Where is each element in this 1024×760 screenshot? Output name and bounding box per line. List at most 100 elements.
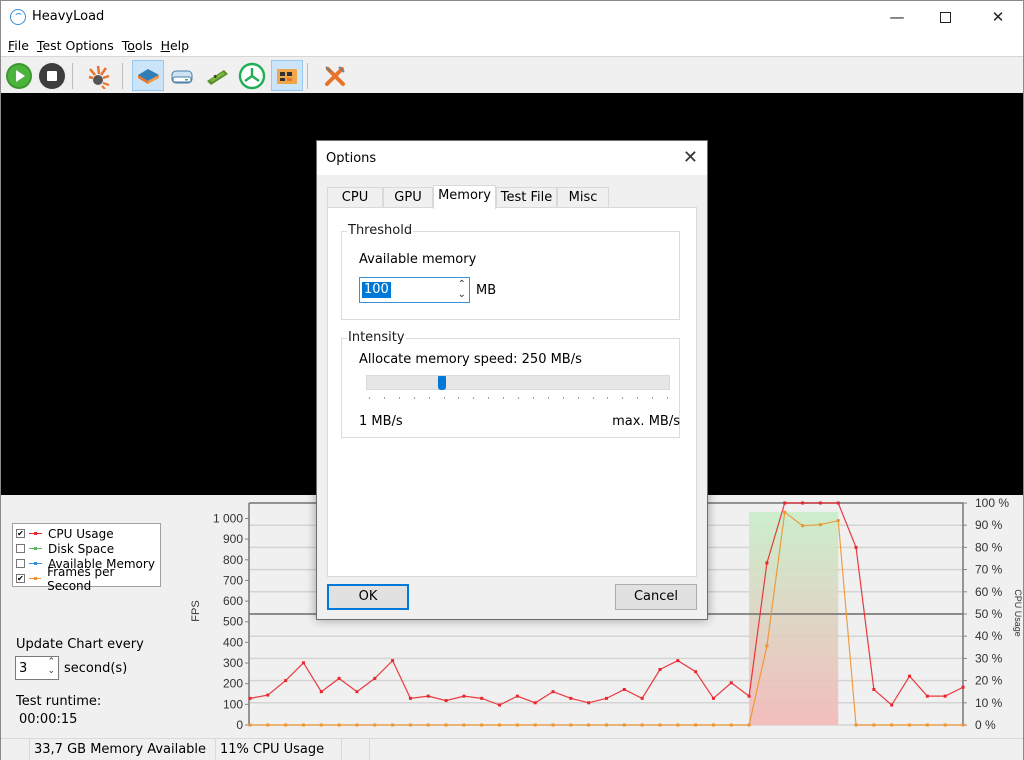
intensity-group-title: Intensity [347,330,406,345]
spinner-arrows-icon[interactable]: ⌃ ⌄ [47,658,55,676]
tools-icon [325,65,345,86]
data-point [943,723,947,727]
slider-tick [398,397,400,399]
legend-label: Disk Space [48,541,115,556]
data-point [890,703,894,707]
spinner-arrows-icon[interactable]: ⌃ ⌄ [458,280,466,300]
app-logo-icon [10,9,26,25]
explosion-icon [88,65,110,89]
right-axis-tick-label: 80 % [975,540,1003,554]
maximize-button[interactable] [922,1,968,33]
data-point [515,723,519,727]
slider-tick [503,397,505,399]
play-icon [6,62,32,89]
slider-tick [652,397,654,399]
data-point [337,723,341,727]
data-point [783,510,787,514]
legend-item[interactable]: ✔ CPU Usage [16,526,157,541]
update-interval-label: Update Chart every [16,637,144,652]
data-point [818,523,822,527]
data-point [908,674,912,678]
left-axis-tick-label: 0 [236,718,243,732]
status-bar: 33,7 GB Memory Available 11% CPU Usage [1,738,1023,760]
menu-test-options[interactable]: Test Options [34,38,117,53]
legend-checkbox[interactable]: ✔ [16,574,25,583]
right-axis-tick-label: 60 % [975,585,1003,599]
menu-tools[interactable]: Tools [119,38,156,53]
data-point [729,681,733,685]
slider-tick [577,397,579,399]
toolbar-separator [72,63,73,89]
slider-tick [547,397,549,399]
legend-checkbox[interactable]: ✔ [16,529,25,538]
available-memory-value[interactable]: 100 [362,282,391,298]
title-bar: HeavyLoad — ✕ [1,1,1023,35]
data-point [711,723,715,727]
toolbar [1,56,1023,93]
data-point [266,723,270,727]
data-point [711,696,715,700]
slider-max-label: max. MB/s [612,414,680,429]
data-point [747,694,751,698]
menu-help[interactable]: Help [158,38,193,53]
minimize-button[interactable]: — [874,1,920,33]
close-button[interactable]: ✕ [975,1,1021,33]
data-point [943,694,947,698]
tab-cpu[interactable]: CPU [327,187,383,208]
gpu-test-button[interactable] [271,60,303,91]
threshold-group-title: Threshold [347,223,414,238]
options-button[interactable] [319,60,351,91]
legend-label: CPU Usage [48,526,114,541]
slider-tick [428,397,430,399]
legend-item[interactable]: ✔ Frames per Second [16,565,157,593]
menu-file[interactable]: File [5,38,32,53]
legend-checkbox[interactable] [16,559,25,568]
data-point [676,659,680,663]
dialog-close-button[interactable]: ✕ [683,147,698,168]
slider-tick [383,397,385,399]
right-axis-tick-label: 90 % [975,518,1003,532]
update-interval-spinner[interactable]: 3 ⌃ ⌄ [15,656,59,680]
allocate-speed-label: Allocate memory speed: 250 MB/s [359,352,582,367]
available-memory-input[interactable]: 100 ⌃ ⌄ [359,277,470,303]
data-point [569,696,573,700]
data-point [854,545,858,549]
tab-gpu[interactable]: GPU [383,187,433,208]
tab-memory[interactable]: Memory [433,185,496,209]
data-point [515,694,519,698]
data-point [480,723,484,727]
cancel-button[interactable]: Cancel [615,584,697,610]
data-point [355,723,359,727]
memory-unit-label: MB [476,283,497,298]
treesize-button[interactable] [236,60,268,91]
right-axis-tick-label: 100 % [975,496,1009,510]
ok-button[interactable]: OK [327,584,409,610]
legend-item[interactable]: Disk Space [16,541,157,556]
start-button[interactable] [3,60,35,91]
slider-tick [458,397,460,399]
data-point [961,685,965,689]
right-axis-tick-label: 0 % [975,718,996,732]
stress-period-highlight [749,511,839,725]
update-interval-unit: second(s) [64,661,128,676]
allocate-speed-slider[interactable] [366,375,670,390]
data-point [694,723,698,727]
data-point [694,670,698,674]
data-point [444,699,448,703]
disk-test-button[interactable] [166,60,198,91]
slider-tick [562,397,564,399]
stress-all-button[interactable] [83,60,115,91]
available-memory-label: Available memory [359,252,477,267]
stop-button[interactable] [36,60,68,91]
data-point [872,723,876,727]
cpu-test-button[interactable] [132,60,164,91]
update-interval-value[interactable]: 3 [19,661,27,676]
tab-misc[interactable]: Misc [557,187,609,208]
toolbar-separator [122,63,123,89]
memory-test-button[interactable] [201,60,233,91]
data-point [533,723,537,727]
tab-test-file[interactable]: Test File [496,187,557,208]
legend-checkbox[interactable] [16,544,25,553]
slider-thumb[interactable] [438,376,446,390]
data-point [801,501,805,505]
